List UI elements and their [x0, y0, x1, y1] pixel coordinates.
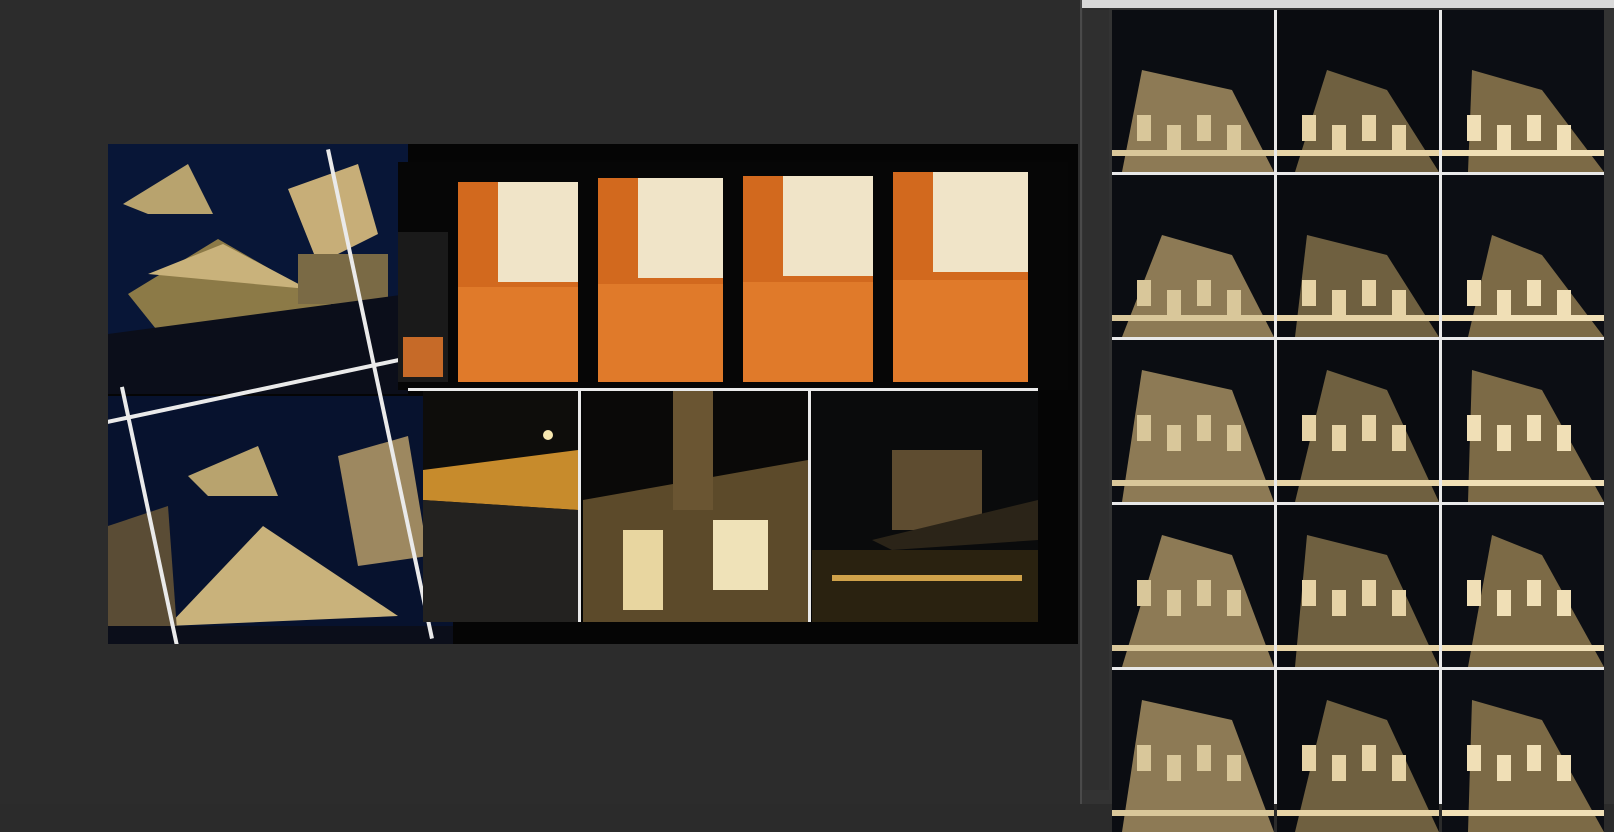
- building-photo-icon: [1442, 670, 1604, 832]
- thumbnail-grid: [1112, 10, 1604, 832]
- building-photo-icon: [1442, 505, 1604, 667]
- collage-divider[interactable]: [808, 390, 811, 622]
- building-photo-icon: [1442, 175, 1604, 337]
- thumbnail-hotel-de-ville-6[interactable]: [1442, 175, 1604, 337]
- thumbnail-hotel-de-ville-15[interactable]: [1442, 670, 1604, 832]
- thumbnail-hotel-de-ville-13[interactable]: [1112, 670, 1274, 832]
- collage-board[interactable]: [108, 144, 1078, 644]
- thumbnail-hotel-de-ville-10[interactable]: [1112, 505, 1274, 667]
- thumbnail-hotel-de-ville-9[interactable]: [1442, 340, 1604, 502]
- facade-photo-icon: [583, 390, 808, 622]
- building-photo-icon: [1277, 670, 1439, 832]
- thumbnail-hotel-de-ville-12[interactable]: [1442, 505, 1604, 667]
- collage-divider[interactable]: [578, 390, 581, 622]
- building-photo-icon: [1112, 340, 1274, 502]
- photo-louvre-pyramid-bottom[interactable]: [108, 396, 453, 644]
- thumbnail-hotel-de-ville-2[interactable]: [1277, 10, 1439, 172]
- photo-orange-walkway-strip[interactable]: [398, 162, 1068, 390]
- building-photo-icon: [1277, 175, 1439, 337]
- collage-divider[interactable]: [408, 388, 1038, 391]
- photo-seine-river-bridge[interactable]: [812, 390, 1038, 622]
- thumbnail-hotel-de-ville-4[interactable]: [1112, 175, 1274, 337]
- river-photo-icon: [812, 390, 1038, 622]
- thumbnail-hotel-de-ville-8[interactable]: [1277, 340, 1439, 502]
- panel-top-strip: [1082, 0, 1614, 8]
- building-photo-icon: [1112, 10, 1274, 172]
- building-photo-icon: [1442, 10, 1604, 172]
- thumbnail-hotel-de-ville-3[interactable]: [1442, 10, 1604, 172]
- pyramid-photo-icon: [108, 144, 408, 394]
- building-photo-icon: [1112, 505, 1274, 667]
- panel-scrollbar[interactable]: [1083, 0, 1109, 790]
- thumbnail-hotel-de-ville-14[interactable]: [1277, 670, 1439, 832]
- photo-building-facade-window[interactable]: [583, 390, 808, 622]
- building-photo-icon: [1277, 505, 1439, 667]
- pyramid-photo-icon: [108, 396, 453, 644]
- thumbnail-hotel-de-ville-5[interactable]: [1277, 175, 1439, 337]
- building-photo-icon: [1112, 670, 1274, 832]
- photo-night-tunnel-street[interactable]: [423, 390, 578, 622]
- building-photo-icon: [1112, 175, 1274, 337]
- thumbnail-hotel-de-ville-11[interactable]: [1277, 505, 1439, 667]
- building-photo-icon: [1277, 10, 1439, 172]
- building-photo-icon: [1277, 340, 1439, 502]
- building-photo-icon: [1442, 340, 1604, 502]
- street-photo-icon: [423, 390, 578, 622]
- thumbnail-hotel-de-ville-1[interactable]: [1112, 10, 1274, 172]
- panel-divider[interactable]: [1080, 0, 1082, 804]
- photo-louvre-pyramid-top[interactable]: [108, 144, 408, 394]
- thumbnail-hotel-de-ville-7[interactable]: [1112, 340, 1274, 502]
- orange-panels-photo-icon: [398, 162, 1068, 390]
